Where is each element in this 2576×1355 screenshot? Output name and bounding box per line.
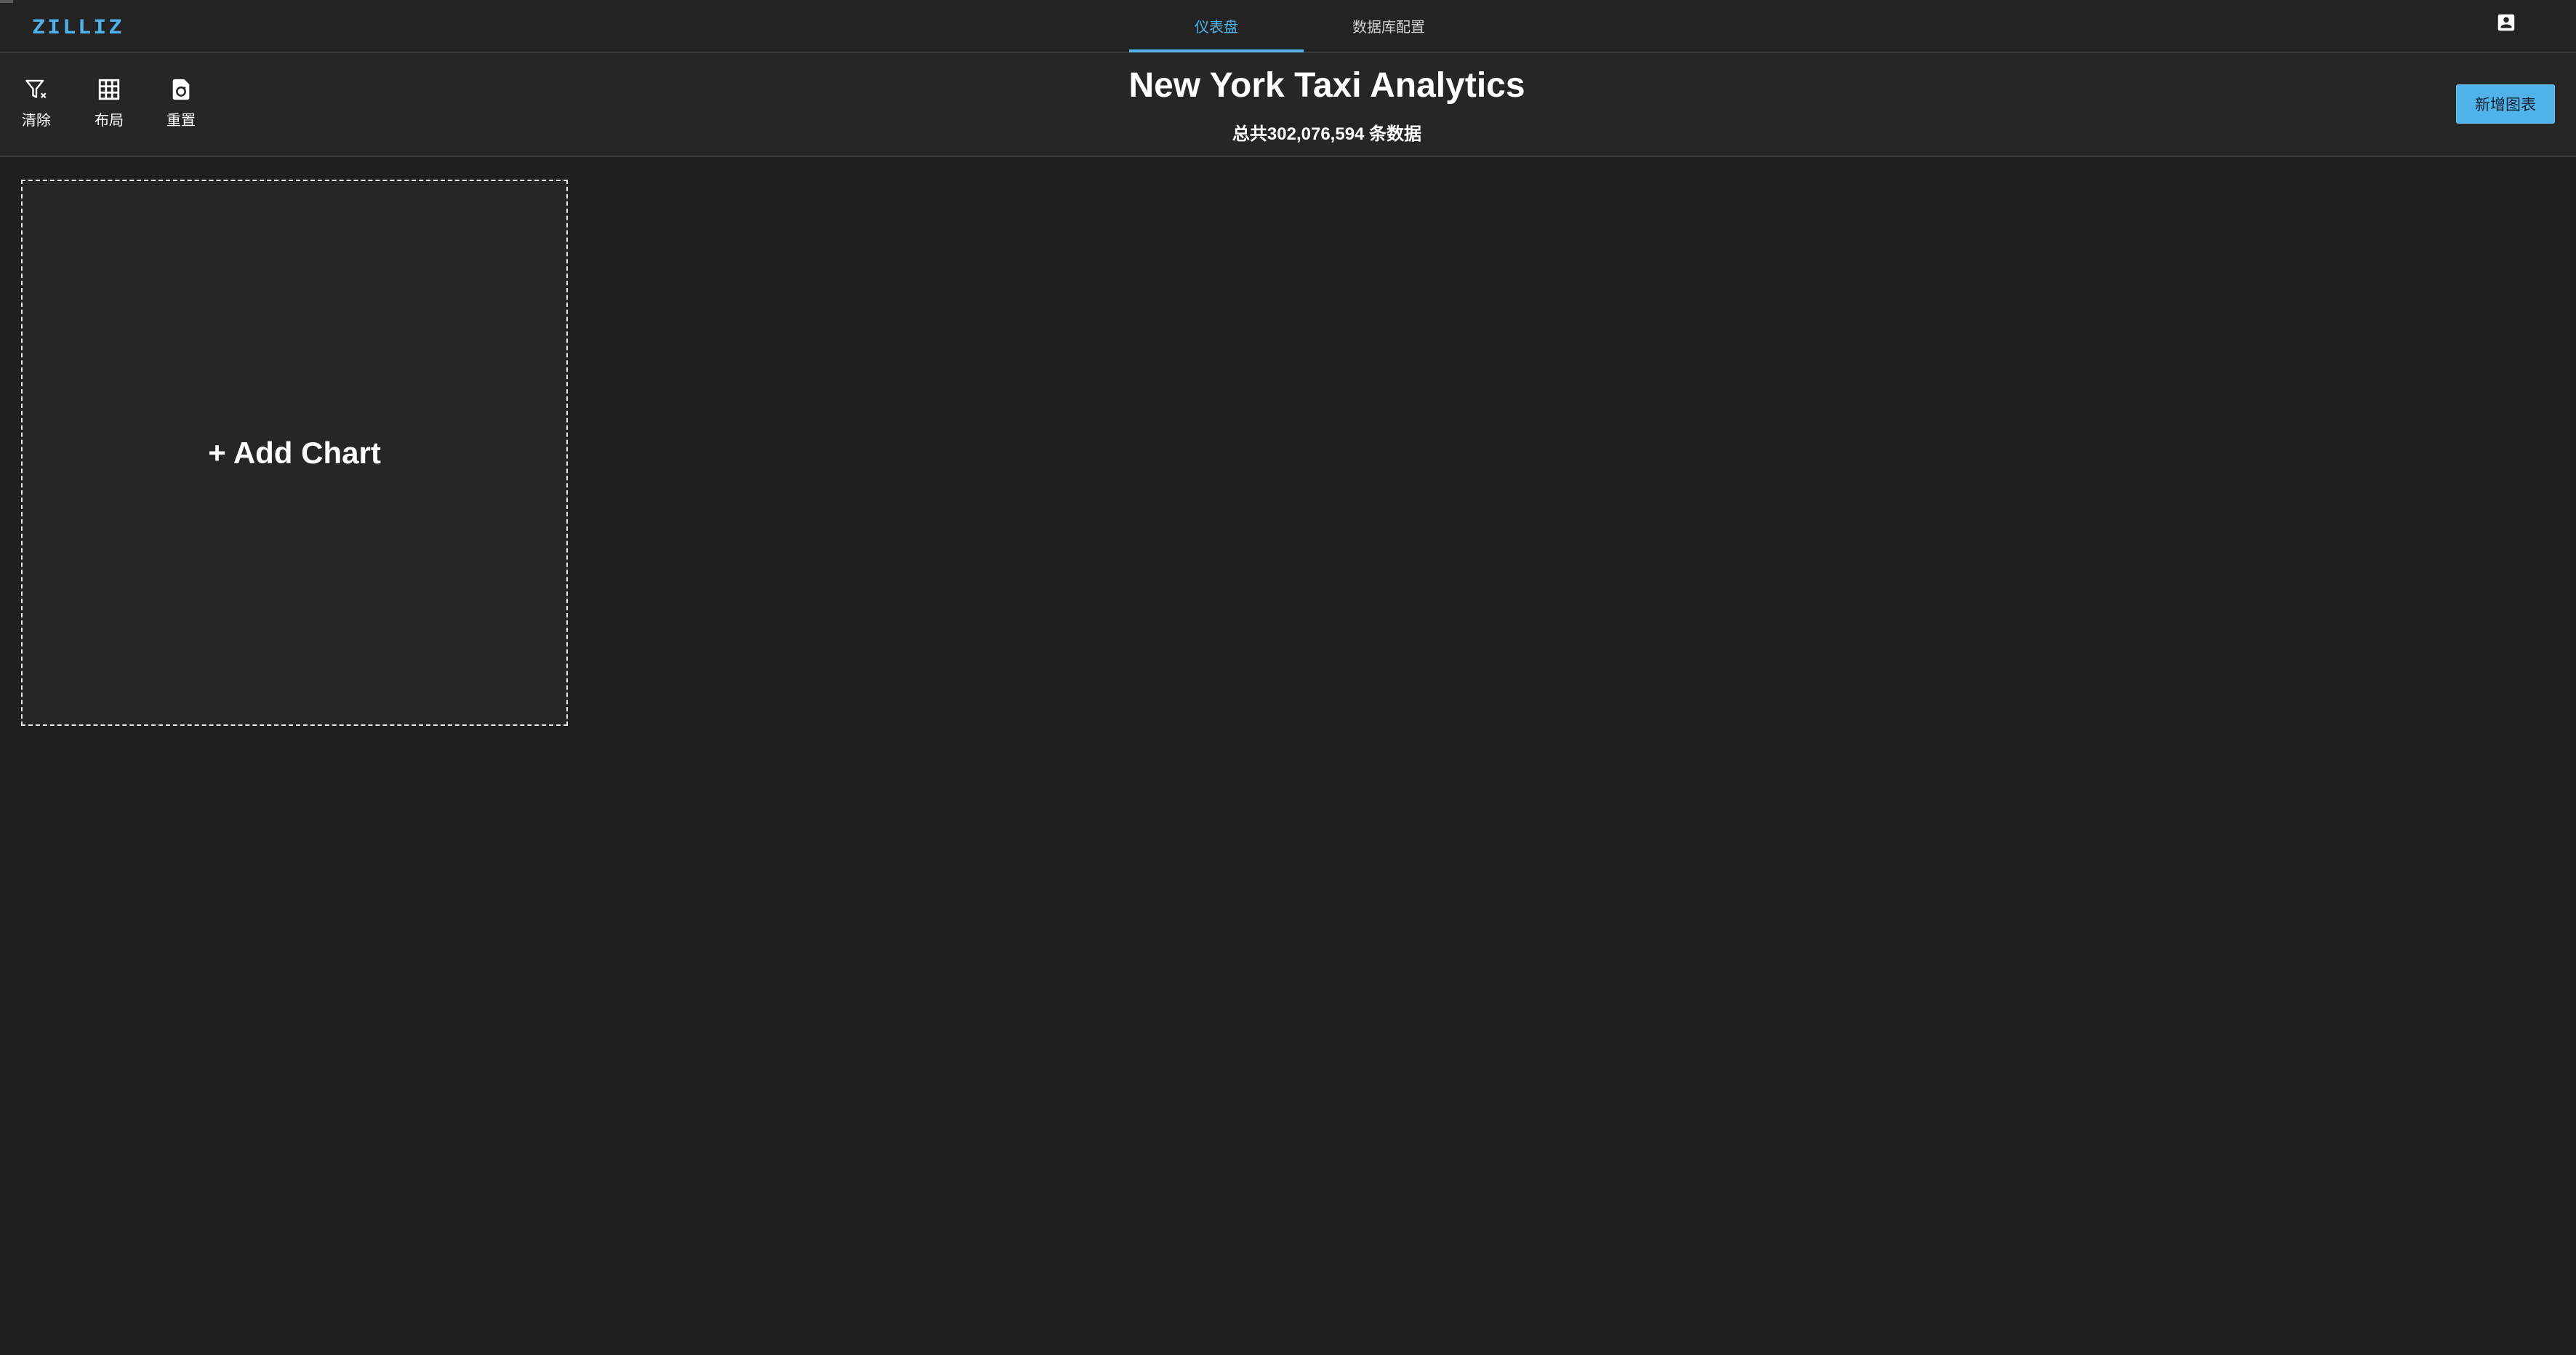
clear-filters-button[interactable]: 清除 xyxy=(7,75,65,130)
add-chart-card-label: + Add Chart xyxy=(208,435,381,470)
app-root: ZILLIZ 仪表盘 数据库配置 清除 布局 重置 New York Taxi … xyxy=(0,0,2576,1355)
filter-clear-icon xyxy=(22,75,51,104)
tab-dashboard[interactable]: 仪表盘 xyxy=(1129,0,1304,52)
add-chart-button[interactable]: 新增图表 xyxy=(2456,84,2555,124)
record-count: 总共302,076,594 条数据 xyxy=(1232,124,1422,144)
layout-button[interactable]: 布局 xyxy=(80,75,138,130)
account-button[interactable] xyxy=(2494,10,2519,35)
reset-button[interactable]: 重置 xyxy=(152,75,210,130)
tab-dashboard-label: 仪表盘 xyxy=(1195,20,1238,36)
clear-filters-label: 清除 xyxy=(22,113,51,129)
add-chart-card[interactable]: + Add Chart xyxy=(21,180,568,726)
account-box-icon xyxy=(2497,14,2515,31)
top-nav-bar: ZILLIZ 仪表盘 数据库配置 xyxy=(0,0,2576,53)
grid-icon xyxy=(95,75,124,104)
reset-label: 重置 xyxy=(166,113,196,129)
tab-database-config[interactable]: 数据库配置 xyxy=(1305,0,1472,52)
corner-mark xyxy=(0,0,13,3)
layout-label: 布局 xyxy=(95,113,124,129)
page-title: New York Taxi Analytics xyxy=(1128,65,1525,105)
zilliz-logo[interactable]: ZILLIZ xyxy=(32,12,124,41)
dashboard-canvas: + Add Chart xyxy=(0,159,2576,1355)
tab-database-config-label: 数据库配置 xyxy=(1352,20,1425,36)
dashboard-header: 清除 布局 重置 New York Taxi Analytics 总共302,0… xyxy=(0,53,2576,157)
file-reset-icon xyxy=(166,75,196,104)
